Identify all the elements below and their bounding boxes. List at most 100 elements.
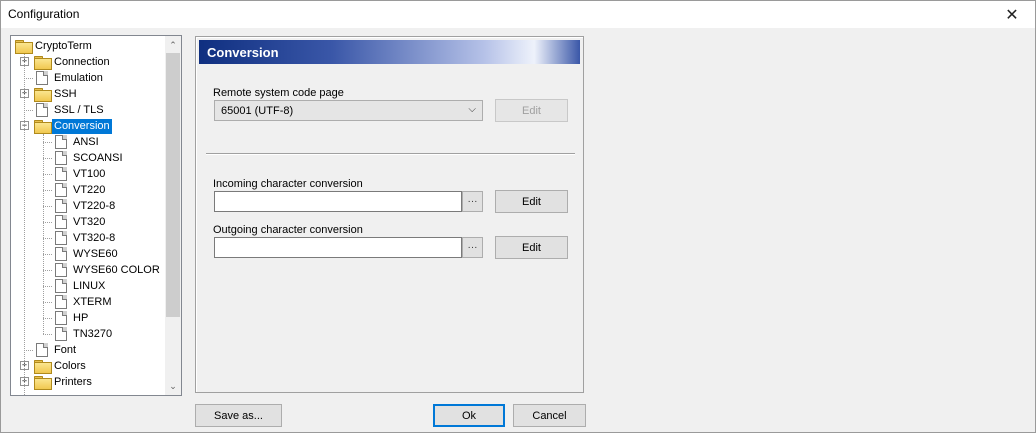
tree-item[interactable]: ANSI	[53, 134, 101, 150]
incoming-label: Incoming character conversion	[213, 178, 363, 190]
tree-item[interactable]: VT320-8	[53, 230, 117, 246]
tree-item-label: VT100	[73, 167, 106, 180]
tree-item-label: SSL / TLS	[54, 103, 104, 116]
tree-item[interactable]: TN3270	[53, 326, 114, 342]
tree-connector	[43, 134, 44, 334]
chevron-up-icon: ⌃	[169, 39, 177, 50]
tree-item[interactable]: VT220-8	[53, 198, 117, 214]
tree-item[interactable]: VT100	[53, 166, 107, 182]
tree-connector	[43, 238, 52, 239]
tree-item[interactable]: SCOANSI	[53, 150, 125, 166]
tree-item[interactable]: Printers	[34, 374, 94, 390]
outgoing-label: Outgoing character conversion	[213, 224, 363, 236]
code-page-label: Remote system code page	[213, 87, 344, 99]
tree-connector	[43, 318, 52, 319]
tree-connector	[43, 270, 52, 271]
close-button[interactable]: ✕	[989, 1, 1035, 28]
code-page-value: 65001 (UTF-8)	[221, 105, 294, 117]
folder-icon	[34, 376, 52, 390]
separator	[206, 153, 575, 155]
tree-connector	[43, 206, 52, 207]
document-icon	[36, 103, 48, 117]
tree-connector	[43, 334, 52, 335]
tree-scrollbar[interactable]: ⌃ ⌄	[165, 36, 181, 395]
tree-item[interactable]: Font	[34, 342, 78, 358]
tree-item-label: CryptoTerm	[35, 39, 92, 52]
tree-connector	[43, 254, 52, 255]
document-icon	[55, 183, 67, 197]
document-icon	[55, 231, 67, 245]
folder-icon	[34, 120, 52, 134]
document-icon	[36, 343, 48, 357]
tree-item[interactable]: Connection	[34, 54, 112, 70]
incoming-browse-button[interactable]: ···	[462, 191, 483, 212]
tree-item[interactable]: HP	[53, 310, 90, 326]
tree-connector	[24, 350, 33, 351]
chevron-down-icon: ⌵	[468, 104, 476, 115]
tree-item[interactable]: LINUX	[53, 278, 107, 294]
document-icon	[55, 263, 67, 277]
tree-item-label: VT320-8	[73, 231, 116, 244]
incoming-edit-button[interactable]: Edit	[495, 190, 568, 213]
tree-connector	[43, 222, 52, 223]
tree-item[interactable]: SSH	[34, 86, 79, 102]
tree-item-label: Colors	[54, 359, 86, 372]
tree-item[interactable]: WYSE60 COLOR	[53, 262, 162, 278]
code-page-edit-button[interactable]: Edit	[495, 99, 568, 122]
tree-item[interactable]: SSL / TLS	[34, 102, 106, 118]
chevron-down-icon: ⌄	[169, 380, 177, 391]
folder-icon	[15, 40, 33, 54]
outgoing-browse-button[interactable]: ···	[462, 237, 483, 258]
tree-item-label: Connection	[54, 55, 110, 68]
document-icon	[55, 135, 67, 149]
tree-connector	[43, 286, 52, 287]
folder-icon	[34, 56, 52, 70]
save-as-button[interactable]: Save as...	[195, 404, 282, 427]
tree-item-label: VT220	[73, 183, 106, 196]
scroll-thumb[interactable]	[166, 53, 180, 317]
conversion-panel: Conversion Remote system code page 65001…	[195, 36, 584, 393]
tree-item-label: SSH	[54, 87, 77, 100]
scroll-up-button[interactable]: ⌃	[165, 37, 181, 53]
document-icon	[36, 71, 48, 85]
incoming-input[interactable]	[214, 191, 462, 212]
config-tree[interactable]: CryptoTerm Connection + Emulation SSH + SSL / …	[10, 35, 182, 396]
tree-item-label: WYSE60 COLOR	[73, 263, 160, 276]
tree-item[interactable]: Colors	[34, 358, 88, 374]
outgoing-edit-button[interactable]: Edit	[495, 236, 568, 259]
document-icon	[55, 295, 67, 309]
outgoing-input[interactable]	[214, 237, 462, 258]
tree-item[interactable]: XTERM	[53, 294, 114, 310]
tree-item-label: WYSE60	[73, 247, 118, 260]
document-icon	[55, 327, 67, 341]
tree-connector	[24, 78, 33, 79]
code-page-select[interactable]: 65001 (UTF-8) ⌵	[214, 100, 483, 121]
document-icon	[55, 311, 67, 325]
tree-item-label: HP	[73, 311, 89, 324]
document-icon	[55, 167, 67, 181]
tree-item[interactable]: Emulation	[34, 70, 105, 86]
configuration-window: Configuration ✕ CryptoTerm Connection + Emu…	[0, 0, 1036, 433]
tree-item-label: Font	[54, 343, 77, 356]
tree-content: CryptoTerm Connection + Emulation SSH + SSL / …	[11, 36, 166, 395]
tree-item-label: VT320	[73, 215, 106, 228]
folder-icon	[34, 360, 52, 374]
document-icon	[55, 279, 67, 293]
document-icon	[55, 215, 67, 229]
cancel-button[interactable]: Cancel	[513, 404, 586, 427]
tree-item-label: ANSI	[73, 135, 99, 148]
folder-icon	[34, 88, 52, 102]
tree-item-label: Conversion	[52, 118, 112, 134]
document-icon	[55, 151, 67, 165]
tree-item[interactable]: VT220	[53, 182, 107, 198]
tree-item[interactable]: VT320	[53, 214, 107, 230]
tree-item[interactable]: CryptoTerm	[15, 38, 94, 54]
scroll-down-button[interactable]: ⌄	[165, 378, 181, 394]
title-bar: Configuration ✕	[1, 1, 1035, 28]
tree-item[interactable]: Conversion	[34, 118, 112, 134]
tree-connector	[43, 142, 52, 143]
ok-button[interactable]: Ok	[433, 404, 505, 427]
tree-item-label: VT220-8	[73, 199, 116, 212]
tree-item[interactable]: WYSE60	[53, 246, 120, 262]
tree-connector	[43, 174, 52, 175]
